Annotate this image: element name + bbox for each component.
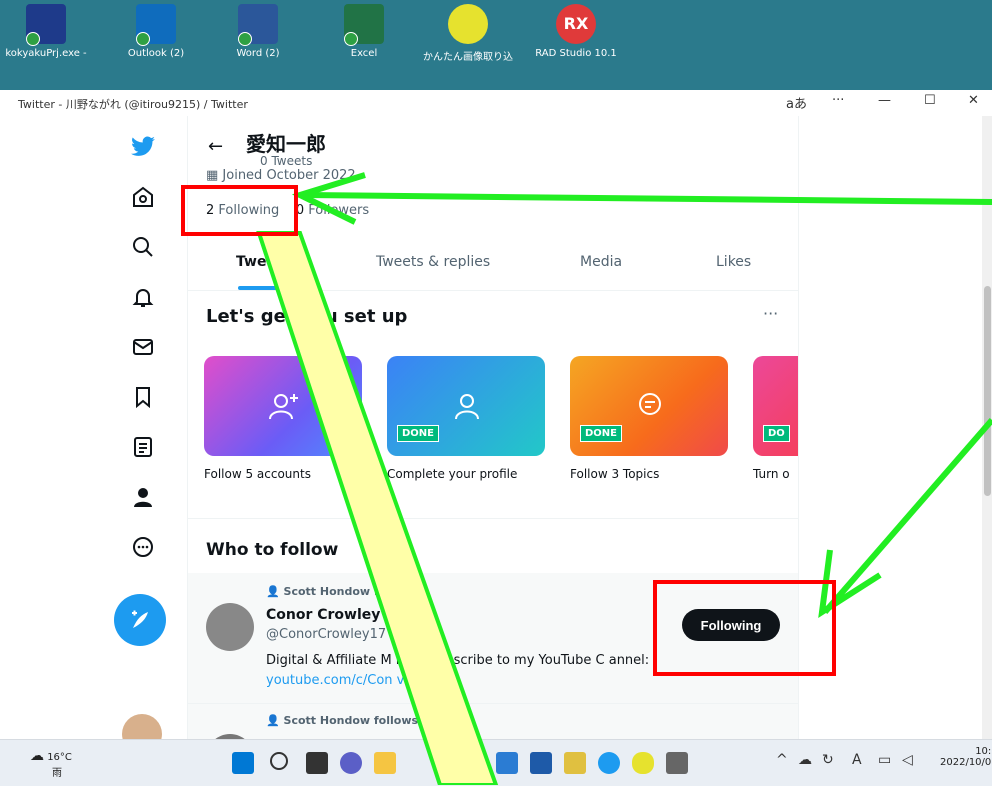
onedrive-icon[interactable]: ☁ <box>798 752 812 768</box>
user-bio: Digital & Affiliate M ing - Subscribe to… <box>266 653 650 668</box>
excel-icon <box>344 4 384 46</box>
search-icon[interactable] <box>270 752 288 770</box>
compose-tweet-button[interactable] <box>114 594 166 646</box>
card-label-notifications: Turn o <box>753 467 790 481</box>
camera-app-icon[interactable] <box>666 752 688 774</box>
user-icon <box>447 386 487 426</box>
window-title: Twitter - 川野ながれ (@itirou9215) / Twitter <box>18 98 248 111</box>
done-badge: DONE <box>397 425 440 442</box>
bell-icon[interactable] <box>130 284 156 310</box>
start-button-icon[interactable] <box>232 752 254 774</box>
desktop-icon-word[interactable]: Word (2) <box>212 4 304 59</box>
more-options-icon[interactable] <box>130 534 156 560</box>
done-badge: DONE <box>580 425 623 442</box>
bookmark-icon[interactable] <box>130 384 156 410</box>
page-scrollbar[interactable] <box>982 116 992 739</box>
highlight-box-following <box>181 185 298 236</box>
tab-tweets[interactable]: Tweets <box>236 254 291 270</box>
setup-title: Let's get you set up <box>206 306 408 327</box>
window-titlebar: Twitter - 川野ながれ (@itirou9215) / Twitter … <box>0 90 992 117</box>
desktop-icon-radstudio[interactable]: RX RAD Studio 10.1 <box>530 4 622 59</box>
reader-mode-button[interactable]: aあ <box>786 93 807 112</box>
desktop-icon-kantan[interactable]: かんたん画像取り込 <box>422 4 514 63</box>
twitter-bird-icon[interactable] <box>130 134 156 160</box>
remote-desktop-icon[interactable] <box>496 752 518 774</box>
user-bio-link[interactable]: youtube.com/c/Con vley <box>266 673 424 688</box>
profile-name: 愛知一郎 <box>246 132 326 156</box>
tab-likes[interactable]: Likes <box>716 254 751 270</box>
add-user-icon <box>264 386 304 426</box>
lists-icon[interactable] <box>130 434 156 460</box>
task-view-icon[interactable] <box>306 752 328 774</box>
paperclip-icon <box>448 4 488 44</box>
topic-icon <box>630 386 670 426</box>
home-icon[interactable] <box>130 184 156 210</box>
window-menu-button[interactable]: ··· <box>832 93 844 108</box>
who-to-follow-title: Who to follow <box>206 540 339 560</box>
joined-date: ▦ Joined October 2022 <box>206 168 356 183</box>
notepad-icon[interactable] <box>564 752 586 774</box>
sync-icon[interactable]: ↻ <box>822 752 834 768</box>
setup-card-topics[interactable]: DONE <box>570 356 728 456</box>
explore-search-icon[interactable] <box>130 234 156 260</box>
rain-cloud-icon: ☁ <box>30 748 44 764</box>
desktop: kokyakuPrj.exe - Outlook (2) Word (2) Ex… <box>0 0 992 90</box>
twitter-app: ← 愛知一郎 0 Tweets ▦ Joined October 2022 2 … <box>0 116 992 739</box>
feather-icon <box>132 610 148 628</box>
clock[interactable]: 10: 2022/10/0 <box>940 746 991 768</box>
person-icon: 👤 <box>266 714 284 727</box>
divider <box>188 518 798 519</box>
account-avatar[interactable] <box>122 714 162 739</box>
mail-icon[interactable] <box>130 334 156 360</box>
tweet-count: 0 Tweets <box>260 154 313 168</box>
user-display-name[interactable]: Conor Crowley <box>266 607 380 623</box>
word-icon <box>238 4 278 46</box>
scroll-thumb[interactable] <box>984 286 991 496</box>
card-label-profile: Complete your profile <box>387 467 518 481</box>
more-icon[interactable]: ··· <box>763 304 778 323</box>
tray-overflow-icon[interactable]: ^ <box>776 752 788 768</box>
social-context: 👤 Scott Hondow fol <box>266 585 391 598</box>
twitter-taskbar-icon[interactable] <box>598 752 620 774</box>
network-icon[interactable]: ▭ <box>878 752 891 768</box>
person-icon: 👤 <box>266 585 284 598</box>
setup-card-notifications[interactable]: DO <box>753 356 798 456</box>
profile-icon[interactable] <box>130 484 156 510</box>
card-label-topics: Follow 3 Topics <box>570 467 660 481</box>
done-badge: DO <box>763 425 790 442</box>
chat-icon[interactable] <box>340 752 362 774</box>
volume-icon[interactable]: ◁ <box>902 752 913 768</box>
highlight-box-following-button <box>653 580 836 676</box>
back-arrow-icon[interactable]: ← <box>208 136 223 157</box>
rad-studio-icon: RX <box>556 4 596 44</box>
desktop-icon-kokyakuprj[interactable]: kokyakuPrj.exe - <box>0 4 92 59</box>
maximize-button[interactable]: ☐ <box>924 93 936 108</box>
sidebar-nav <box>110 116 180 739</box>
social-context: 👤 Scott Hondow follows <box>266 714 419 727</box>
followers-link[interactable]: 0 Followers <box>296 203 369 218</box>
profile-tabs: Tweets Tweets & replies Media Likes <box>188 238 798 291</box>
app-icon <box>26 4 66 46</box>
active-tab-indicator <box>238 286 288 290</box>
tab-tweets-replies[interactable]: Tweets & replies <box>376 254 490 270</box>
paperclip-taskbar-icon[interactable] <box>632 752 654 774</box>
desktop-icon-outlook[interactable]: Outlook (2) <box>110 4 202 59</box>
store-icon[interactable] <box>530 752 552 774</box>
weather-widget[interactable]: ☁ 16°C 雨 <box>30 748 72 779</box>
minimize-button[interactable]: — <box>878 93 891 108</box>
follow-suggestion-row[interactable]: 👤 Scott Hondow follows <box>188 704 798 739</box>
card-label-follow: Follow 5 accounts <box>204 467 311 481</box>
user-avatar[interactable] <box>206 603 254 651</box>
close-button[interactable]: ✕ <box>968 93 979 108</box>
outlook-icon <box>136 4 176 46</box>
ime-indicator[interactable]: A <box>852 752 862 768</box>
windows-taskbar: ☁ 16°C 雨 ^ ☁ ↻ A ▭ ◁ 10: 2022/10/0 <box>0 739 992 786</box>
setup-card-follow[interactable] <box>204 356 362 456</box>
tab-media[interactable]: Media <box>580 254 622 270</box>
setup-card-profile[interactable]: DONE <box>387 356 545 456</box>
file-explorer-icon[interactable] <box>374 752 396 774</box>
user-handle[interactable]: @ConorCrowley17 <box>266 627 386 642</box>
calendar-icon: ▦ <box>206 168 223 183</box>
desktop-icon-excel[interactable]: Excel <box>318 4 410 59</box>
